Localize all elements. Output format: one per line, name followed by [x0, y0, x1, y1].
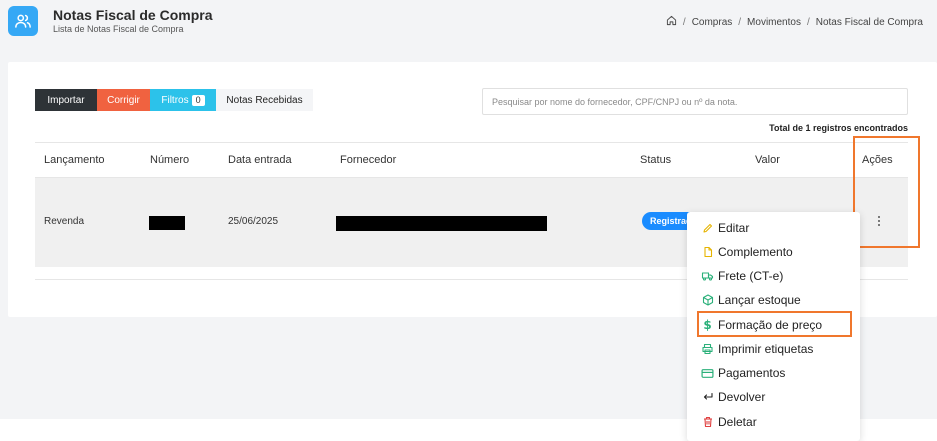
box-icon	[701, 294, 714, 307]
menu-item-label: Pagamentos	[718, 366, 786, 380]
column-status[interactable]: Status	[640, 154, 671, 166]
formacao-preco-highlight	[697, 311, 852, 337]
users-icon	[8, 6, 38, 36]
cell-lancamento: Revenda	[44, 216, 85, 227]
breadcrumb-separator: /	[806, 16, 810, 28]
trash-icon	[701, 416, 714, 429]
cell-data-entrada: 25/06/2025	[228, 216, 279, 227]
return-icon	[701, 391, 714, 404]
notas-recebidas-button[interactable]: Notas Recebidas	[216, 89, 313, 111]
menu-item-editar[interactable]: Editar	[687, 217, 860, 239]
column-lancamento[interactable]: Lançamento	[44, 154, 105, 166]
filtros-label: Filtros	[161, 94, 189, 106]
menu-item-lancar-estoque[interactable]: Lançar estoque	[687, 289, 860, 311]
page-title: Notas Fiscal de Compra	[53, 7, 213, 23]
corrigir-button[interactable]: Corrigir	[97, 89, 150, 111]
total-records-text: Total de 1 registros encontrados	[769, 123, 908, 133]
importar-button[interactable]: Importar	[35, 89, 97, 111]
column-fornecedor[interactable]: Fornecedor	[340, 154, 396, 166]
menu-item-label: Lançar estoque	[718, 293, 801, 307]
actions-column-highlight	[853, 136, 920, 248]
truck-icon	[701, 270, 714, 283]
printer-icon	[701, 343, 714, 356]
cell-numero-redacted	[149, 216, 185, 230]
menu-item-deletar[interactable]: Deletar	[687, 411, 860, 433]
breadcrumb-separator: /	[738, 16, 742, 28]
filtros-count-badge: 0	[191, 94, 205, 106]
menu-item-imprimir-etiquetas[interactable]: Imprimir etiquetas	[687, 338, 860, 360]
menu-item-label: Imprimir etiquetas	[718, 342, 814, 356]
filtros-button[interactable]: Filtros 0	[150, 89, 216, 111]
breadcrumb: / Compras / Movimentos / Notas Fiscal de…	[666, 15, 923, 29]
page-subtitle: Lista de Notas Fiscal de Compra	[53, 24, 184, 34]
menu-item-label: Devolver	[718, 390, 766, 404]
breadcrumb-separator: /	[682, 16, 686, 28]
page-header: Notas Fiscal de Compra Lista de Notas Fi…	[0, 0, 937, 44]
menu-item-pagamentos[interactable]: Pagamentos	[687, 362, 860, 384]
column-data-entrada[interactable]: Data entrada	[228, 154, 292, 166]
menu-item-label: Frete (CT-e)	[718, 269, 784, 283]
breadcrumb-compras[interactable]: Compras	[692, 17, 733, 28]
cell-fornecedor-redacted	[336, 216, 547, 231]
menu-item-frete[interactable]: Frete (CT-e)	[687, 265, 860, 287]
menu-item-label: Editar	[718, 221, 750, 235]
table-header: Lançamento Número Data entrada Fornecedo…	[35, 142, 908, 178]
column-valor[interactable]: Valor	[755, 154, 780, 166]
card-icon	[701, 367, 714, 380]
menu-item-devolver[interactable]: Devolver	[687, 386, 860, 408]
breadcrumb-movimentos[interactable]: Movimentos	[747, 17, 801, 28]
search-input[interactable]	[482, 88, 908, 115]
pencil-icon	[701, 222, 714, 235]
menu-item-label: Deletar	[718, 415, 757, 429]
toolbar-tabs: Importar Corrigir Filtros 0 Notas Recebi…	[35, 89, 313, 111]
breadcrumb-current: Notas Fiscal de Compra	[815, 16, 923, 28]
column-numero[interactable]: Número	[150, 154, 189, 166]
menu-item-label: Complemento	[718, 245, 793, 259]
file-icon	[701, 246, 714, 259]
home-icon[interactable]	[666, 15, 677, 29]
menu-item-complemento[interactable]: Complemento	[687, 241, 860, 263]
